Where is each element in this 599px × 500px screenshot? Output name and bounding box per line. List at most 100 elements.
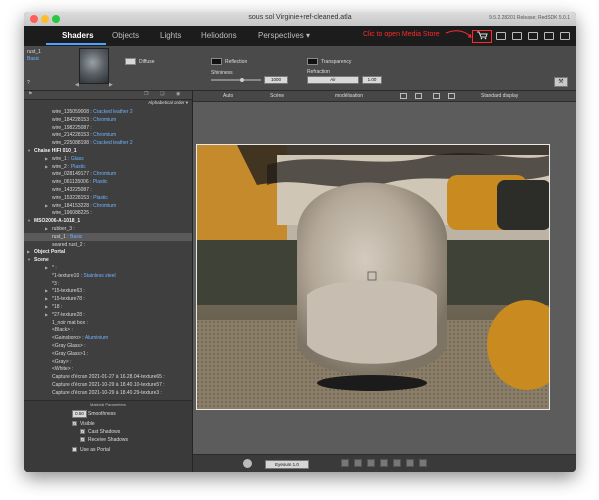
eye-icon[interactable]: ◉ xyxy=(176,91,180,97)
tree-row[interactable]: ▶ *27-texture28 : xyxy=(24,311,192,319)
shininess-slider[interactable] xyxy=(211,79,261,81)
display-mode-select[interactable]: Standard display xyxy=(481,93,518,99)
tree-row[interactable]: ▶ * : xyxy=(24,264,192,272)
view-persp-icon[interactable] xyxy=(448,93,455,99)
tree-row[interactable]: ▼ MSO2006-A-1018_1 xyxy=(24,217,192,225)
zoom-icon[interactable] xyxy=(367,459,375,467)
tree-row-material[interactable]: Plastic xyxy=(93,195,108,201)
tree-row[interactable]: wire_061135006 : Plastic xyxy=(24,178,192,186)
tree-row[interactable]: ▶ rubber_3 : xyxy=(24,225,192,233)
tree-row-material[interactable]: Chromium xyxy=(93,171,116,177)
receive-shadows-checkbox[interactable]: ✓ xyxy=(80,437,85,442)
render-image[interactable] xyxy=(196,144,550,410)
tree-row-material[interactable]: Basic xyxy=(70,234,82,240)
disclosure-arrow-icon[interactable]: ▼ xyxy=(27,256,31,264)
tree-row[interactable]: 1_noir mat box : xyxy=(24,319,192,327)
disclosure-arrow-icon[interactable]: ▼ xyxy=(27,147,31,155)
tab-heliodons[interactable]: Heliodons xyxy=(201,31,237,40)
tree-row-material[interactable]: Glass xyxy=(71,156,84,162)
tree-row[interactable]: ▶ wire_1 : Glass xyxy=(24,155,192,163)
grid-icon[interactable] xyxy=(406,459,414,467)
tree-row[interactable]: rust_1 : Basic xyxy=(24,232,192,241)
preview-prev-icon[interactable]: ◀ xyxy=(75,82,79,88)
tree-row[interactable]: wire_184228153 : Chromium xyxy=(24,116,192,124)
tree-row[interactable]: ▼ Chaise HIFI 010_1 xyxy=(24,147,192,155)
tree-row[interactable]: wire_225088198 : Cracked leather 2 xyxy=(24,139,192,147)
gear-icon[interactable] xyxy=(243,459,252,468)
disclosure-arrow-icon[interactable]: ▶ xyxy=(27,248,30,256)
smoothness-value[interactable]: 0.50 xyxy=(72,410,87,418)
tree-row[interactable]: wire_153228153 : Plastic xyxy=(24,194,192,202)
tree-row[interactable]: ▶ *15-texture78 : xyxy=(24,295,192,303)
tree-row[interactable]: Capture d'écran 2021-10-29 à 18.40.29-te… xyxy=(24,389,192,397)
tree-row[interactable]: <Gray Glass> : xyxy=(24,342,192,350)
disclosure-arrow-icon[interactable]: ▶ xyxy=(45,295,48,303)
camera-icon[interactable] xyxy=(528,32,538,40)
tree-row[interactable]: wire_135059008 : Cracked leather 2 xyxy=(24,108,192,116)
shininess-slider-knob[interactable] xyxy=(240,78,244,82)
disclosure-arrow-icon[interactable]: ▶ xyxy=(45,202,48,210)
tree-row[interactable]: wire_214228153 : Chromium xyxy=(24,131,192,139)
tree-row[interactable]: <White> : xyxy=(24,365,192,373)
filter-icon[interactable]: ⚑ xyxy=(28,91,32,97)
tree-row-material[interactable]: Chromium xyxy=(93,203,116,209)
paste-icon[interactable]: ❏ xyxy=(160,91,164,97)
material-type[interactable]: Basic xyxy=(27,56,39,62)
preview-next-icon[interactable]: ▶ xyxy=(109,82,113,88)
tree-row[interactable]: ▶ wire_184153228 : Chromium xyxy=(24,202,192,210)
tree-row[interactable]: ▶ Object Portal xyxy=(24,248,192,256)
screen-icon[interactable] xyxy=(544,32,554,40)
shininess-value[interactable]: 1000 xyxy=(264,76,288,84)
refraction-medium-select[interactable]: Air xyxy=(307,76,359,84)
rotate-icon[interactable] xyxy=(380,459,388,467)
refraction-value[interactable]: 1.00 xyxy=(362,76,382,84)
tree-row[interactable]: ▶ *18 : xyxy=(24,303,192,311)
visible-checkbox[interactable]: ✓ xyxy=(72,421,77,426)
tree-row[interactable]: <Black> : xyxy=(24,326,192,334)
view-top-icon[interactable] xyxy=(433,93,440,99)
material-preview[interactable] xyxy=(79,48,109,84)
tree-row[interactable]: <Gray> : xyxy=(24,358,192,366)
disclosure-arrow-icon[interactable]: ▶ xyxy=(45,287,48,295)
cast-shadows-checkbox[interactable]: ✓ xyxy=(80,429,85,434)
tree-row[interactable]: wire_143225087 : xyxy=(24,186,192,194)
tree-row[interactable]: ▼ Scene xyxy=(24,256,192,264)
tree-row[interactable]: *3 : xyxy=(24,280,192,288)
panel-icon[interactable] xyxy=(560,32,570,40)
camera-select[interactable]: Eyesum 1.0 xyxy=(265,460,309,469)
tab-perspectives[interactable]: Perspectives ▾ xyxy=(258,31,310,40)
disclosure-arrow-icon[interactable]: ▶ xyxy=(45,303,48,311)
tab-lights[interactable]: Lights xyxy=(160,31,181,40)
disclosure-arrow-icon[interactable]: ▶ xyxy=(45,264,48,272)
disclosure-arrow-icon[interactable]: ▶ xyxy=(45,225,48,233)
tree-row[interactable]: Capture d'écran 2021-10-29 à 18.40.10-te… xyxy=(24,381,192,389)
diffuse-swatch[interactable] xyxy=(125,58,136,65)
tree-row[interactable]: Capture d'écran 2021-01-27 à 16.28.04-te… xyxy=(24,373,192,381)
view-side-icon[interactable] xyxy=(415,93,422,99)
sort-select[interactable]: Alphabetical order ▾ xyxy=(148,100,188,106)
tree-row[interactable]: seared rust_2 : xyxy=(24,241,192,249)
tree-row-material[interactable]: Cracked leather 2 xyxy=(93,109,132,115)
render-icon[interactable] xyxy=(419,459,427,467)
copy-icon[interactable]: ❐ xyxy=(144,91,148,97)
help-label[interactable]: ? xyxy=(27,80,30,86)
tree-row[interactable]: ▶ *15-texture63 : xyxy=(24,287,192,295)
move-icon[interactable] xyxy=(354,459,362,467)
undo-icon[interactable] xyxy=(341,459,349,467)
windows-icon[interactable] xyxy=(496,32,506,40)
tab-shaders[interactable]: Shaders xyxy=(62,31,94,40)
transparency-swatch[interactable] xyxy=(307,58,318,65)
tree-row-material[interactable]: Stainless steel xyxy=(83,273,115,279)
tree-row-material[interactable]: Cracked leather 2 xyxy=(93,140,132,146)
tree-row[interactable]: wire_196088225 : xyxy=(24,209,192,217)
media-store-button[interactable] xyxy=(472,30,492,43)
disclosure-arrow-icon[interactable]: ▶ xyxy=(45,163,48,171)
disclosure-arrow-icon[interactable]: ▶ xyxy=(45,155,48,163)
tab-objects[interactable]: Objects xyxy=(112,31,139,40)
tree-row-material[interactable]: Plastic xyxy=(71,164,86,170)
tree-row-material[interactable]: Chromium xyxy=(93,132,116,138)
layers-icon[interactable] xyxy=(512,32,522,40)
tree-row[interactable]: ▶ wire_2 : Plastic xyxy=(24,163,192,171)
reflection-swatch[interactable] xyxy=(211,58,222,65)
tree-row-material[interactable]: Aluminium xyxy=(85,335,108,341)
